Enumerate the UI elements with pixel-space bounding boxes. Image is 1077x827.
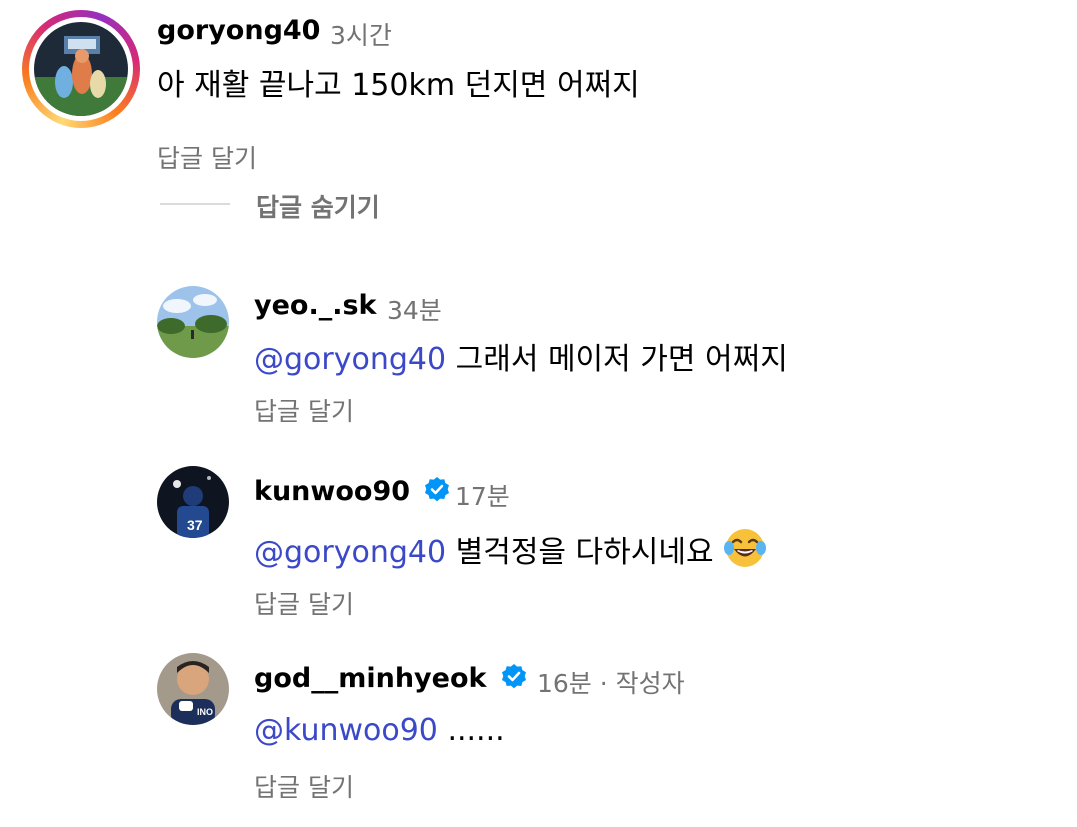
reply-time: 16분	[537, 669, 592, 698]
reply-meta: 16분 · 작성자	[537, 664, 685, 700]
reply-button[interactable]: 답글 달기	[254, 768, 354, 804]
reply-username[interactable]: kunwoo90	[254, 476, 451, 507]
svg-text:37: 37	[187, 517, 203, 533]
meta-separator: ·	[599, 669, 608, 698]
reply-username[interactable]: god__minhyeok	[254, 663, 528, 694]
mention-link[interactable]: @kunwoo90	[254, 713, 438, 748]
avatar[interactable]: 37	[157, 466, 229, 538]
reply-body: ......	[447, 713, 505, 748]
comment-username[interactable]: goryong40	[157, 15, 320, 46]
reply-text: @goryong40 그래서 메이저 가면 어쩌지	[254, 334, 788, 378]
verified-badge-icon	[501, 664, 526, 689]
reply-body: 별걱정을 다하시네요	[455, 535, 714, 570]
reply-body: 그래서 메이저 가면 어쩌지	[455, 342, 788, 377]
reply-button[interactable]: 답글 달기	[254, 392, 354, 428]
thread-divider	[160, 203, 230, 205]
reply-time: 34분	[387, 296, 442, 325]
comment-text: 아 재활 끝나고 150km 던지면 어쩌지	[157, 68, 640, 103]
reply-text: @kunwoo90 ......	[254, 713, 505, 748]
mention-link[interactable]: @goryong40	[254, 342, 446, 377]
person-avatar-icon: INO	[157, 653, 229, 725]
player-avatar-icon: 37	[157, 466, 229, 538]
verified-badge-icon	[425, 477, 450, 502]
hide-replies-button[interactable]: 답글 숨기기	[256, 188, 380, 224]
comment-time: 3시간	[330, 21, 392, 50]
reply-username[interactable]: yeo._.sk	[254, 290, 377, 321]
tears-of-joy-emoji-icon	[724, 529, 767, 567]
reply-button[interactable]: 답글 달기	[157, 139, 257, 175]
mascots-avatar-icon	[34, 22, 128, 116]
author-label: 작성자	[615, 669, 685, 698]
avatar[interactable]	[157, 286, 229, 358]
reply-time: 17분	[455, 482, 510, 511]
avatar[interactable]: INO	[157, 653, 229, 725]
reply-text: @goryong40 별걱정을 다하시네요	[254, 526, 767, 571]
mention-link[interactable]: @goryong40	[254, 535, 446, 570]
landscape-avatar-icon	[157, 286, 229, 358]
svg-text:INO: INO	[197, 707, 213, 717]
avatar[interactable]	[34, 22, 128, 116]
reply-button[interactable]: 답글 달기	[254, 585, 354, 621]
